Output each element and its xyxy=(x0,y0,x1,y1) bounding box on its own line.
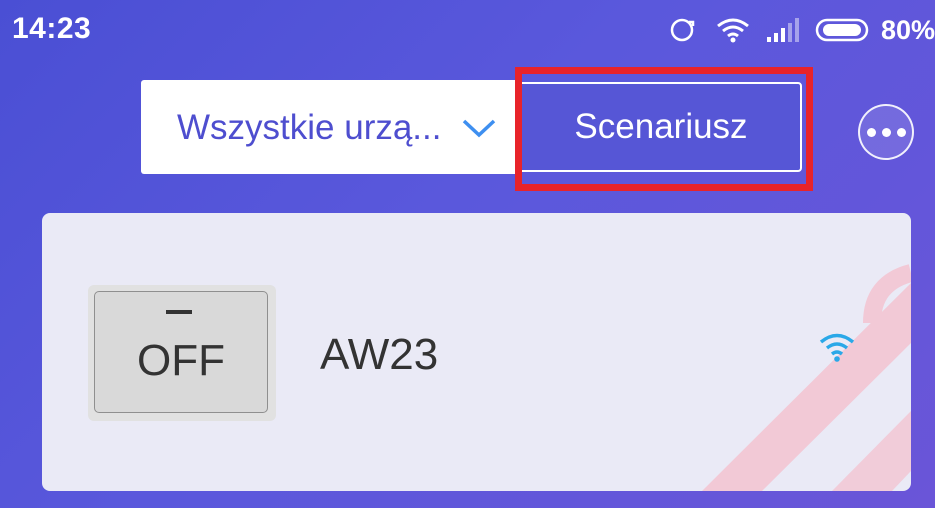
more-options-button[interactable] xyxy=(858,104,914,160)
wifi-signal-icon xyxy=(817,331,857,368)
switch-state-label: OFF xyxy=(137,336,225,385)
battery-percentage: 80% xyxy=(880,14,935,45)
device-name: AW23 xyxy=(320,330,439,379)
wifi-icon xyxy=(715,15,751,45)
power-switch[interactable]: OFF xyxy=(88,285,276,421)
cellular-signal-icon xyxy=(765,15,805,45)
battery-icon xyxy=(815,15,873,45)
power-switch-face: OFF xyxy=(94,291,268,413)
chevron-down-icon xyxy=(461,118,497,145)
device-filter-dropdown[interactable]: Wszystkie urzą... xyxy=(141,80,518,174)
status-bar: 14:23 80% xyxy=(0,0,935,60)
scenario-button[interactable]: Scenariusz xyxy=(520,82,802,172)
sync-icon xyxy=(667,15,697,45)
more-options-icon xyxy=(896,127,906,137)
more-options-icon xyxy=(881,127,891,137)
switch-indicator xyxy=(166,310,192,314)
status-time: 14:23 xyxy=(12,12,92,45)
more-options-icon xyxy=(866,127,876,137)
device-card[interactable]: OFF AW23 xyxy=(42,213,911,491)
status-icons: 80% xyxy=(667,10,935,50)
device-filter-selected: Wszystkie urzą... xyxy=(177,108,442,147)
